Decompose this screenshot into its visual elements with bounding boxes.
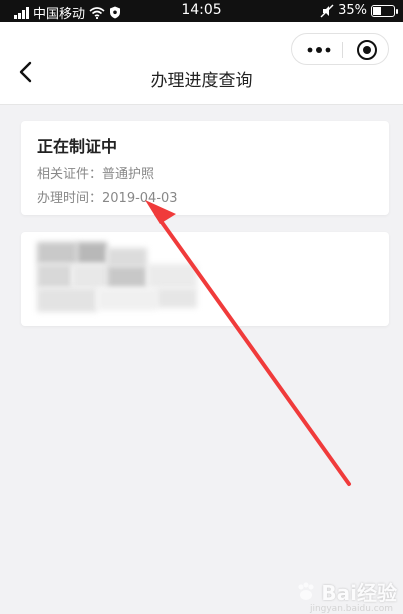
battery-percent: 35% (338, 3, 367, 18)
more-options-icon[interactable] (304, 42, 334, 58)
status-bar: 中国移动 14:05 35% (0, 0, 403, 22)
status-right: 35% (320, 3, 398, 18)
main-content: 正在制证中 相关证件：普通护照 办理时间：2019-04-03 (0, 105, 403, 614)
document-type: 相关证件：普通护照 (37, 167, 155, 182)
mini-program-capsule (291, 33, 389, 65)
page-title: 办理进度查询 (150, 71, 253, 91)
baidu-jingyan-watermark: Bai经验 (295, 577, 397, 606)
progress-card[interactable]: 正在制证中 相关证件：普通护照 办理时间：2019-04-03 (21, 121, 389, 215)
redacted-mosaic (37, 242, 217, 314)
watermark-brand: Bai经验 (321, 581, 397, 605)
navigation-bar: 办理进度查询 (0, 22, 403, 105)
battery-icon (371, 4, 398, 17)
application-status: 正在制证中 (37, 137, 118, 156)
application-date: 办理时间：2019-04-03 (37, 191, 178, 206)
watermark-url: jingyan.baidu.com (309, 604, 393, 614)
redacted-record-card[interactable] (21, 232, 389, 326)
mute-icon (320, 4, 334, 17)
paw-logo-icon (298, 582, 314, 600)
battery-level-fill (373, 6, 381, 15)
capsule-divider (342, 42, 343, 58)
close-miniprogram-icon[interactable] (356, 39, 378, 61)
